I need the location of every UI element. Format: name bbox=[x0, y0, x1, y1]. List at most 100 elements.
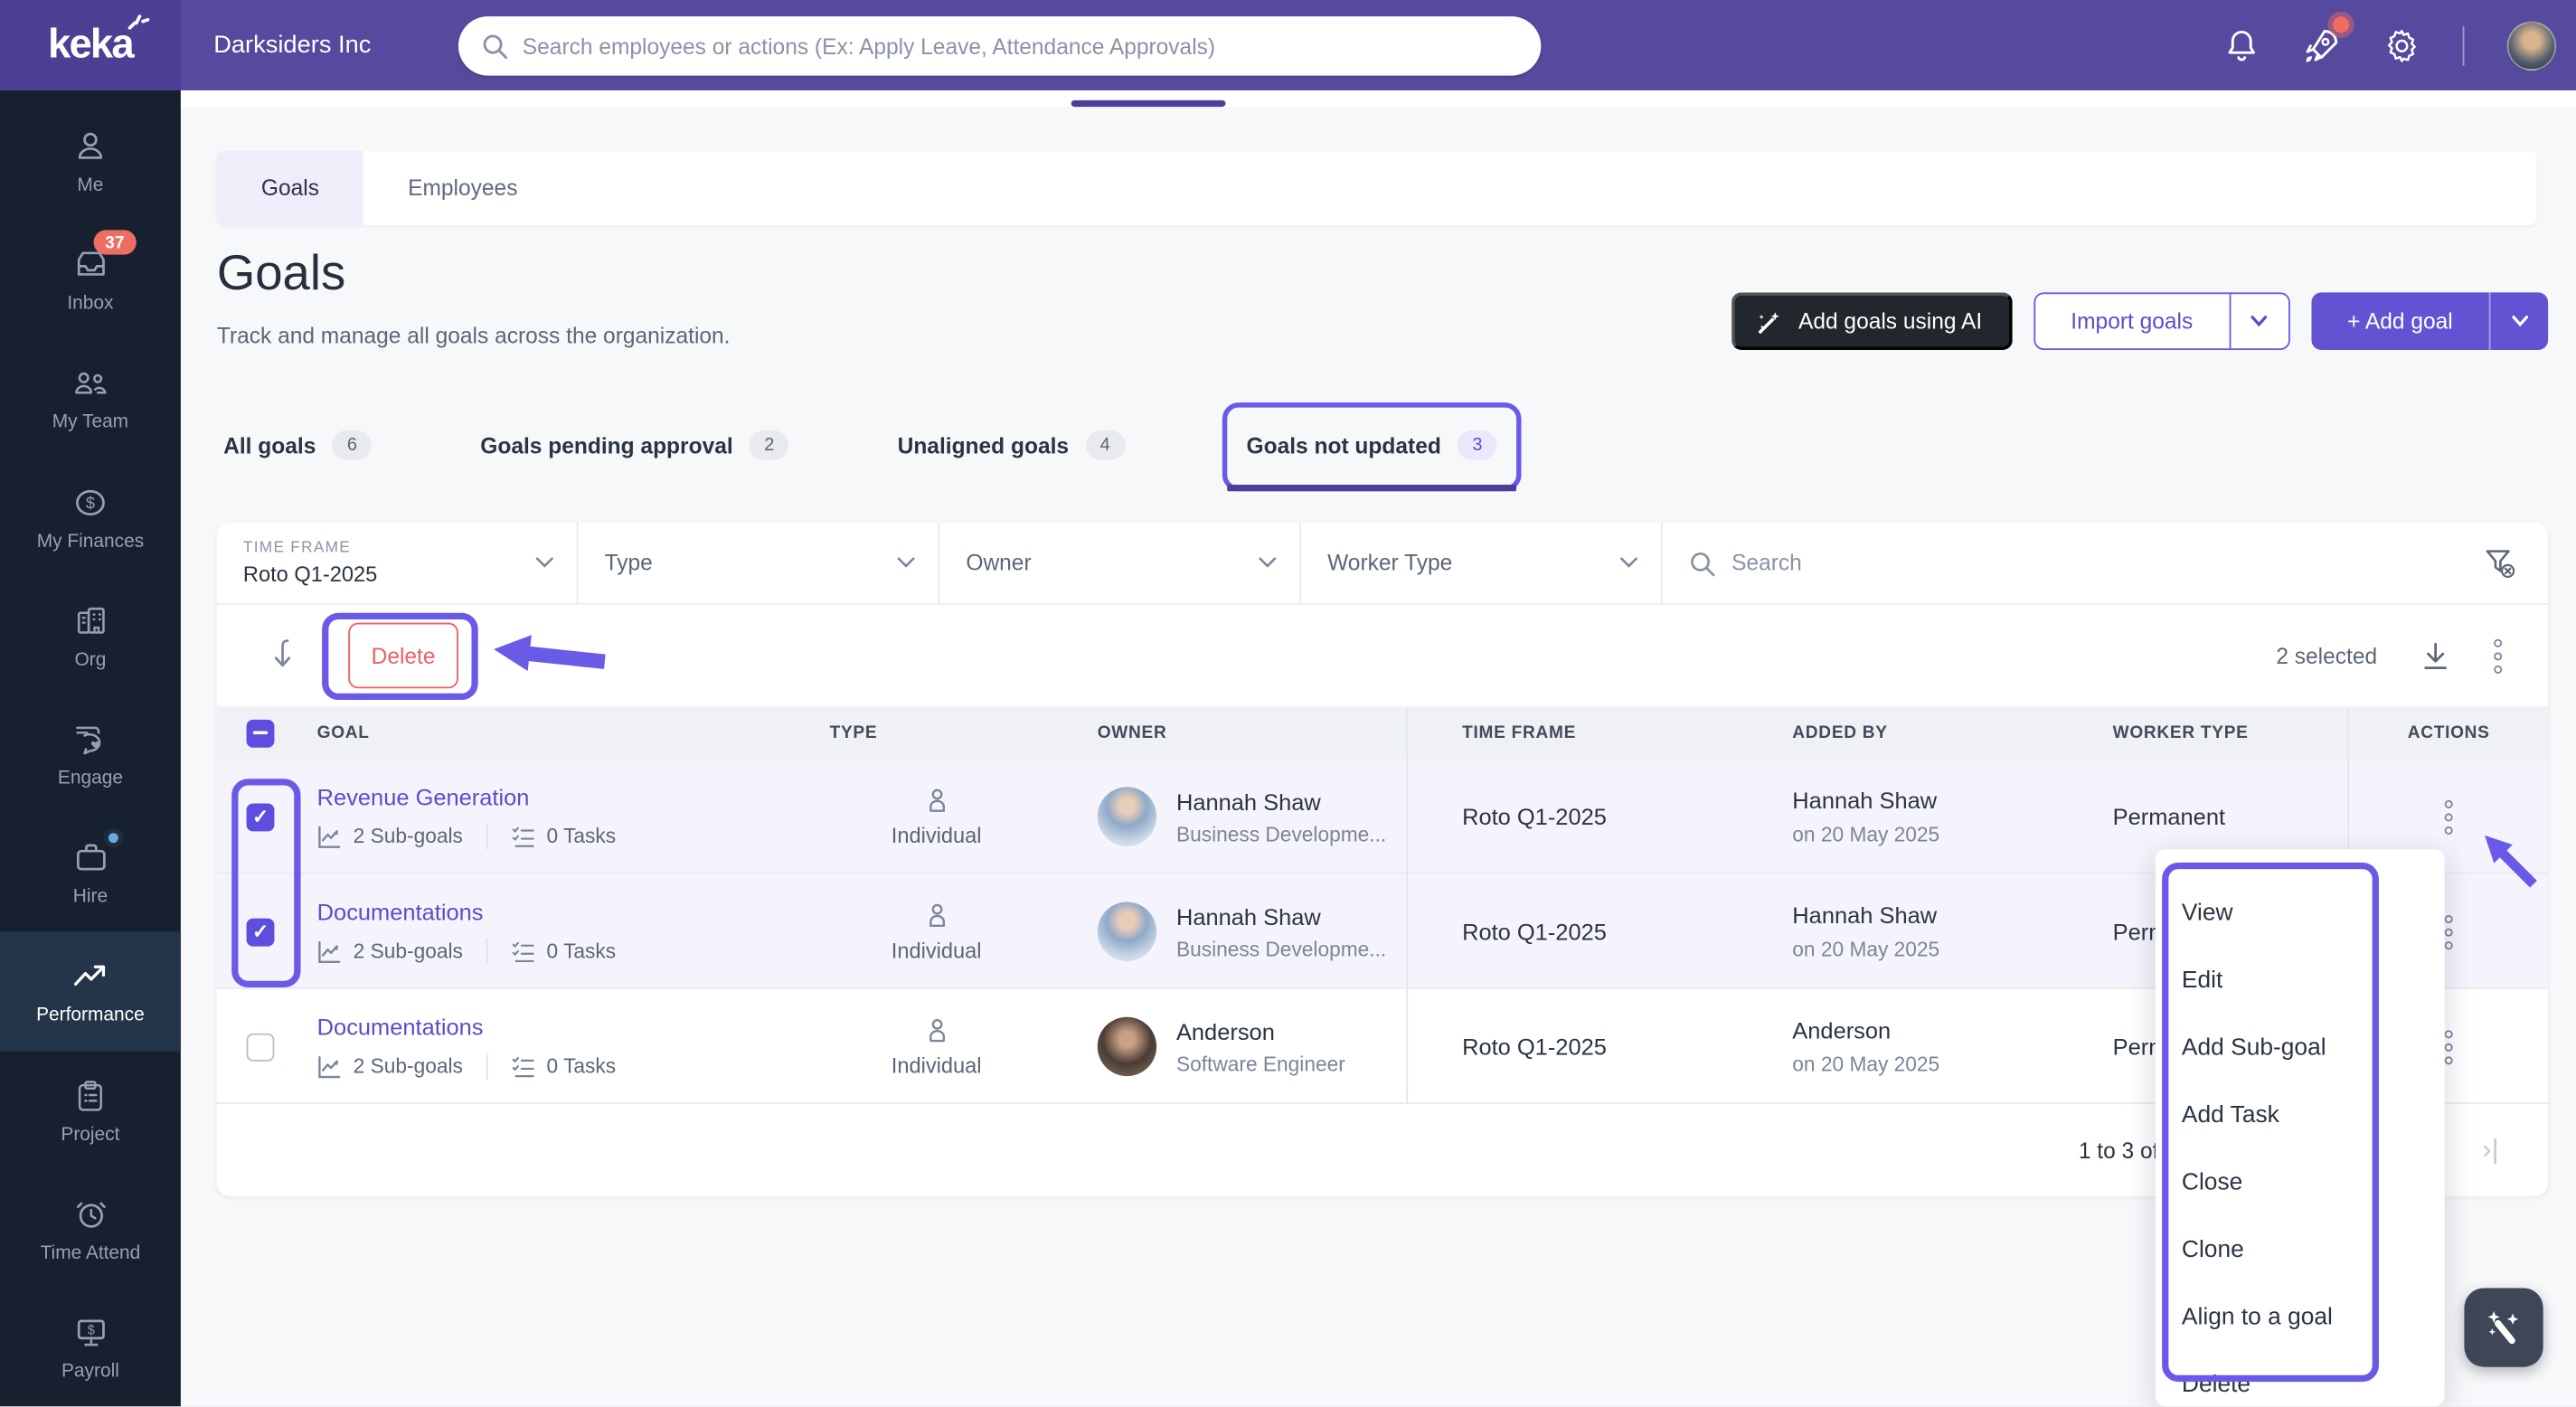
menu-item-clone[interactable]: Clone bbox=[2182, 1216, 2445, 1283]
company-name: Darksiders Inc bbox=[213, 31, 372, 60]
add-goal-button[interactable]: + Add goal bbox=[2311, 292, 2549, 351]
checklist-icon bbox=[512, 940, 534, 962]
menu-item-view[interactable]: View bbox=[2182, 879, 2445, 946]
divider bbox=[2462, 25, 2465, 65]
magic-wand-icon bbox=[1758, 311, 1779, 333]
row-checkbox[interactable] bbox=[246, 1032, 275, 1061]
svg-text:$: $ bbox=[87, 1323, 94, 1337]
type-filter[interactable]: Type bbox=[579, 522, 940, 603]
chevron-down-icon bbox=[2250, 316, 2268, 327]
menu-item-close[interactable]: Close bbox=[2182, 1148, 2445, 1215]
sidebar-item-time-attend[interactable]: Time Attend bbox=[0, 1169, 181, 1288]
row-checkbox[interactable]: ✓ bbox=[246, 917, 275, 946]
sidebar-item-hire[interactable]: Hire bbox=[0, 814, 181, 932]
table-search-input[interactable] bbox=[1731, 550, 2457, 575]
add-goals-ai-button[interactable]: Add goals using AI bbox=[1731, 292, 2012, 351]
global-search[interactable] bbox=[458, 16, 1542, 76]
sidebar-item-performance[interactable]: Performance bbox=[0, 931, 181, 1051]
chevron-down-icon bbox=[535, 557, 553, 568]
tab-goals[interactable]: Goals bbox=[216, 151, 364, 225]
logo-spark-icon bbox=[127, 14, 150, 30]
sort-arrow-icon[interactable] bbox=[266, 637, 298, 674]
tab-unaligned-goals[interactable]: Unaligned goals 4 bbox=[891, 408, 1131, 486]
add-goal-dropdown[interactable] bbox=[2488, 292, 2548, 351]
sidebar-item-my-finances[interactable]: $ My Finances bbox=[0, 458, 181, 576]
top-bar: keka Darksiders Inc bbox=[0, 0, 2576, 90]
menu-item-align-to-goal[interactable]: Align to a goal bbox=[2182, 1283, 2445, 1350]
import-goals-dropdown[interactable] bbox=[2229, 294, 2288, 349]
chevron-down-icon bbox=[1259, 557, 1277, 568]
sidebar-item-project[interactable]: Project bbox=[0, 1051, 181, 1169]
time-frame-filter[interactable]: TIME FRAME Roto Q1-2025 bbox=[217, 522, 579, 603]
select-all-checkbox[interactable] bbox=[246, 718, 275, 747]
goal-link[interactable]: Revenue Generation bbox=[317, 784, 822, 810]
tab-employees[interactable]: Employees bbox=[363, 151, 561, 225]
bulk-actions-toolbar: Delete 2 selected bbox=[217, 605, 2548, 707]
sidebar-item-org[interactable]: Org bbox=[0, 576, 181, 694]
keka-logo[interactable]: keka bbox=[0, 0, 181, 90]
download-icon[interactable] bbox=[2420, 640, 2451, 672]
clear-filters-button[interactable] bbox=[2482, 523, 2548, 603]
alarm-clock-icon bbox=[76, 1202, 105, 1228]
tasks-meta[interactable]: 0 Tasks bbox=[511, 1054, 616, 1079]
tasks-meta[interactable]: 0 Tasks bbox=[511, 939, 616, 963]
tab-goals-pending-approval[interactable]: Goals pending approval 2 bbox=[474, 408, 796, 486]
import-goals-button[interactable]: Import goals bbox=[2033, 292, 2290, 351]
global-search-input[interactable] bbox=[522, 33, 1518, 59]
team-icon bbox=[75, 373, 107, 395]
row-context-menu: View Edit Add Sub-goal Add Task Close Cl… bbox=[2155, 849, 2445, 1407]
nav-strip bbox=[180, 90, 2576, 108]
goal-link[interactable]: Documentations bbox=[317, 1014, 822, 1040]
worker-type-filter[interactable]: Worker Type bbox=[1301, 522, 1663, 603]
goal-link[interactable]: Documentations bbox=[317, 899, 822, 925]
goal-filter-tabs: All goals 6 Goals pending approval 2 Una… bbox=[217, 402, 1523, 492]
filter-bar: TIME FRAME Roto Q1-2025 Type Owner Worke… bbox=[216, 522, 2549, 605]
ai-assistant-fab[interactable] bbox=[2464, 1288, 2543, 1367]
user-avatar[interactable] bbox=[2506, 20, 2557, 71]
subgoals-meta[interactable]: 2 Sub-goals bbox=[317, 939, 463, 963]
active-nav-indicator bbox=[1071, 99, 1226, 108]
count-badge: 2 bbox=[749, 430, 789, 460]
tab-all-goals[interactable]: All goals 6 bbox=[217, 408, 379, 486]
chart-icon bbox=[318, 940, 341, 963]
sidebar-item-engage[interactable]: Engage bbox=[0, 694, 181, 813]
trend-up-icon bbox=[73, 966, 106, 987]
svg-text:$: $ bbox=[86, 494, 95, 512]
chevron-down-icon bbox=[1620, 557, 1637, 568]
last-page-icon[interactable]: ›| bbox=[2482, 1134, 2498, 1166]
sidebar-item-my-team[interactable]: My Team bbox=[0, 339, 181, 458]
sidebar-item-inbox[interactable]: 37 Inbox bbox=[0, 221, 181, 339]
tasks-meta[interactable]: 0 Tasks bbox=[511, 824, 616, 848]
menu-item-delete[interactable]: Delete bbox=[2182, 1351, 2445, 1407]
table-more-options[interactable] bbox=[2494, 637, 2503, 674]
whats-new-rocket[interactable] bbox=[2302, 15, 2350, 65]
subgoals-meta[interactable]: 2 Sub-goals bbox=[317, 824, 463, 848]
chat-heart-icon bbox=[76, 726, 101, 755]
building-icon bbox=[77, 607, 104, 634]
delete-selected-button[interactable]: Delete bbox=[348, 622, 458, 689]
menu-item-add-sub-goal[interactable]: Add Sub-goal bbox=[2182, 1014, 2445, 1081]
owner-filter[interactable]: Owner bbox=[939, 522, 1302, 603]
notifications-bell-icon[interactable] bbox=[2224, 27, 2259, 63]
subgoals-meta[interactable]: 2 Sub-goals bbox=[317, 1054, 463, 1079]
tab-goals-not-updated[interactable]: Goals not updated 3 bbox=[1222, 402, 1523, 492]
sidebar-item-me[interactable]: Me bbox=[0, 102, 181, 221]
notification-dot bbox=[2333, 15, 2350, 33]
owner-avatar bbox=[1097, 902, 1157, 961]
search-icon bbox=[1691, 552, 1715, 576]
chevron-down-icon bbox=[2511, 316, 2528, 327]
settings-gear-icon[interactable] bbox=[2383, 27, 2420, 63]
sidebar: Me 37 Inbox My Team $ My Finances Org En… bbox=[0, 90, 181, 1407]
sidebar-item-payroll[interactable]: $ Payroll bbox=[0, 1288, 181, 1406]
menu-item-add-task[interactable]: Add Task bbox=[2182, 1081, 2445, 1148]
checklist-icon bbox=[512, 826, 534, 846]
table-search[interactable] bbox=[1663, 523, 2483, 603]
count-badge: 4 bbox=[1085, 430, 1126, 460]
table-header: GOAL TYPE OWNER TIME FRAME ADDED BY WORK… bbox=[216, 706, 2549, 760]
selected-count: 2 selected bbox=[2276, 643, 2378, 668]
row-checkbox[interactable]: ✓ bbox=[246, 802, 275, 831]
page-tabs: Goals Employees bbox=[216, 151, 2537, 225]
menu-item-edit[interactable]: Edit bbox=[2182, 947, 2445, 1014]
clipboard-icon bbox=[78, 1080, 103, 1110]
owner-avatar bbox=[1097, 1016, 1157, 1077]
